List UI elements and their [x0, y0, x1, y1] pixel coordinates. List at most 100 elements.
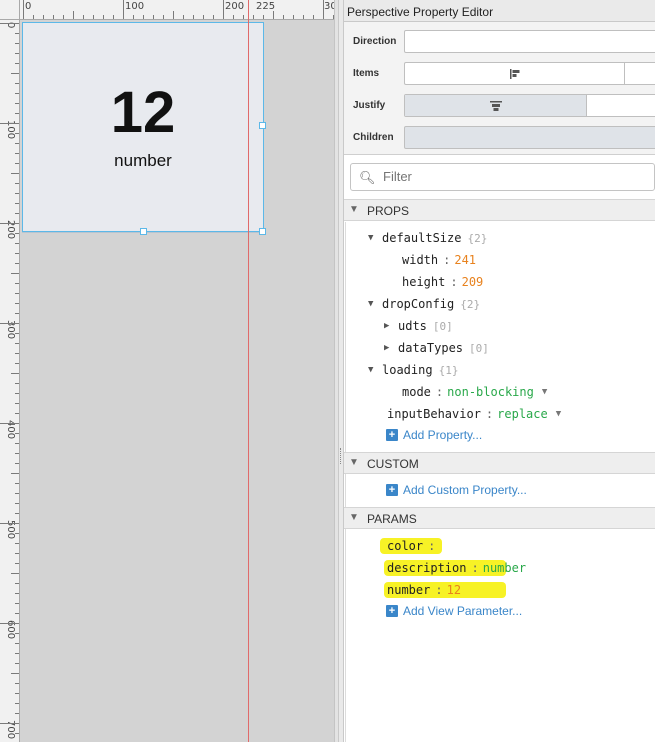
guide-line[interactable] — [248, 0, 249, 742]
ruler-tick — [15, 713, 19, 714]
section-custom-header[interactable]: ▼ CUSTOM — [344, 452, 655, 474]
justify-center-button[interactable] — [587, 95, 655, 116]
prop-count: [0] — [432, 319, 453, 333]
ruler-tick — [153, 15, 154, 19]
ruler-tick — [223, 0, 224, 19]
section-title: PROPS — [367, 204, 410, 218]
ruler-tick — [143, 15, 144, 19]
ruler-tick — [283, 15, 284, 19]
ruler-tick — [15, 53, 19, 54]
dropdown-arrow-icon[interactable]: ▼ — [542, 387, 547, 397]
ruler-tick — [15, 533, 19, 534]
prop-row-defaultSize[interactable]: ▼ defaultSize {2} — [368, 228, 487, 248]
expand-right-icon[interactable]: ▶ — [384, 321, 398, 331]
expand-down-icon[interactable]: ▼ — [368, 365, 382, 375]
prop-count: {2} — [460, 297, 481, 311]
resize-handle-bottom-right[interactable] — [259, 228, 266, 235]
resize-handle-right[interactable] — [259, 122, 266, 129]
prop-key: dropConfig — [382, 297, 455, 311]
view-root-container[interactable]: 12 number — [22, 22, 264, 232]
section-title: PARAMS — [367, 512, 417, 526]
prop-value[interactable]: non-blocking — [447, 385, 534, 399]
resize-handle-bottom[interactable] — [140, 228, 147, 235]
prop-key: udts — [398, 319, 427, 333]
align-start-icon — [509, 68, 519, 79]
ruler-tick — [15, 113, 19, 114]
collapse-caret-icon[interactable]: ▼ — [349, 204, 359, 215]
expand-down-icon[interactable]: ▼ — [368, 233, 382, 243]
prop-row-dropConfig[interactable]: ▼ dropConfig {2} — [368, 294, 480, 314]
ruler-tick — [15, 413, 19, 414]
plus-icon: + — [386, 484, 398, 496]
ruler-tick — [15, 33, 19, 34]
direction-select[interactable] — [404, 30, 655, 53]
expand-right-icon[interactable]: ▶ — [384, 343, 398, 353]
ruler-tick — [83, 15, 84, 19]
panel-border — [345, 222, 346, 742]
number-label[interactable]: 12 — [23, 79, 263, 146]
design-canvas[interactable]: 0 100 200 225 30 0 100 200 300 400 500 6… — [0, 0, 338, 742]
justify-label: Justify — [353, 100, 386, 111]
align-center-button[interactable] — [625, 63, 655, 84]
ruler-tick — [33, 15, 34, 19]
prop-count: [0] — [469, 341, 489, 355]
dropdown-arrow-icon[interactable]: ▼ — [556, 409, 561, 419]
justify-start-button[interactable] — [405, 95, 587, 116]
property-editor-panel: Perspective Property Editor Direction It… — [344, 0, 655, 742]
param-value[interactable]: number — [483, 561, 526, 575]
add-view-parameter-link[interactable]: + Add View Parameter... — [386, 604, 522, 618]
prop-count: {1} — [438, 363, 459, 377]
ruler-tick — [43, 15, 44, 19]
prop-row-height[interactable]: height : 209 — [402, 272, 483, 292]
ruler-tick — [0, 723, 19, 724]
prop-value[interactable]: 241 — [454, 253, 476, 267]
ruler-tick — [213, 15, 214, 19]
items-segmented — [404, 62, 655, 85]
ruler-tick — [15, 393, 19, 394]
section-props-header[interactable]: ▼ PROPS — [344, 199, 655, 221]
prop-row-inputBehavior[interactable]: inputBehavior : replace ▼ — [387, 404, 561, 424]
ruler-tick — [15, 353, 19, 354]
prop-key: defaultSize — [382, 231, 462, 245]
ruler-tick — [15, 613, 19, 614]
prop-value[interactable]: 209 — [462, 275, 484, 289]
collapse-caret-icon[interactable]: ▼ — [349, 512, 359, 523]
filter-input[interactable] — [383, 169, 643, 184]
ruler-tick — [15, 463, 19, 464]
ruler-tick — [93, 15, 94, 19]
ruler-tick — [193, 15, 194, 19]
expand-down-icon[interactable]: ▼ — [368, 299, 382, 309]
justify-segmented — [404, 94, 655, 117]
ruler-tick — [243, 15, 244, 19]
prop-value[interactable]: replace — [497, 407, 548, 421]
prop-key: loading — [382, 363, 433, 377]
prop-row-udts[interactable]: ▶ udts [0] — [384, 316, 453, 336]
filter-box[interactable]: 🔍︎ — [350, 163, 655, 191]
ruler-tick — [203, 15, 204, 19]
prop-row-width[interactable]: width : 241 — [402, 250, 476, 270]
ruler-tick — [293, 15, 294, 19]
prop-row-loading[interactable]: ▼ loading {1} — [368, 360, 458, 380]
param-value[interactable]: 12 — [447, 583, 461, 597]
ruler-tick — [11, 573, 19, 574]
plus-icon: + — [386, 429, 398, 441]
description-label[interactable]: number — [23, 151, 263, 171]
prop-row-dataTypes[interactable]: ▶ dataTypes [0] — [384, 338, 489, 358]
section-params-header[interactable]: ▼ PARAMS — [344, 507, 655, 529]
ruler-label: 200 — [225, 1, 245, 12]
prop-row-mode[interactable]: mode : non-blocking ▼ — [402, 382, 547, 402]
align-start-button[interactable] — [405, 63, 625, 84]
ruler-tick — [253, 15, 254, 19]
direction-label: Direction — [353, 36, 397, 47]
children-select[interactable] — [404, 126, 655, 149]
param-row-number[interactable]: number : 12 — [387, 580, 461, 600]
collapse-caret-icon[interactable]: ▼ — [349, 457, 359, 468]
param-row-description[interactable]: description : number — [387, 558, 526, 578]
param-row-color[interactable]: color : — [387, 536, 439, 556]
ruler-tick — [113, 15, 114, 19]
add-custom-property-link[interactable]: + Add Custom Property... — [386, 483, 527, 497]
add-property-link[interactable]: + Add Property... — [386, 428, 482, 442]
ruler-tick — [15, 653, 19, 654]
prop-key: mode — [402, 385, 431, 399]
ruler-tick — [15, 193, 19, 194]
